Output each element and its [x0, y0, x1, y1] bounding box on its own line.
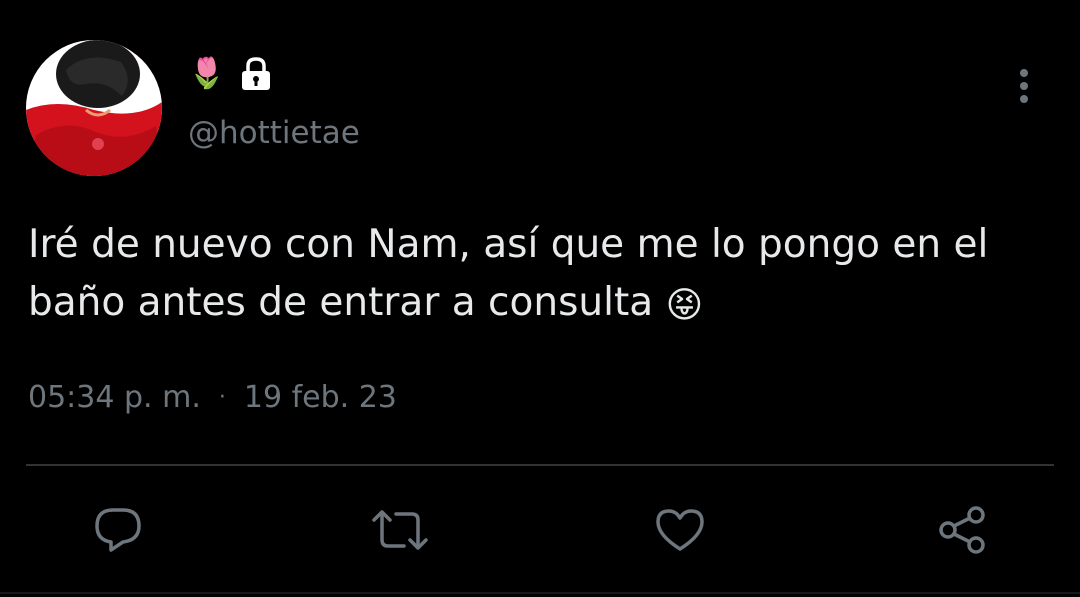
tulip-emoji: 🌷	[188, 56, 226, 91]
bottom-divider	[0, 592, 1080, 594]
tweet-card: 🌷 @hottietae Iré de nuevo con Nam, así q…	[0, 0, 1080, 597]
retweet-button[interactable]	[370, 500, 430, 560]
share-icon	[936, 505, 988, 555]
meta-separator: ·	[218, 385, 226, 410]
tweet-text-body: Iré de nuevo con Nam, así que me lo pong…	[28, 222, 989, 325]
lock-icon	[239, 56, 273, 92]
user-name-row[interactable]: 🌷	[188, 54, 273, 94]
tweet-date: 19 feb. 23	[243, 380, 397, 415]
like-button[interactable]	[650, 500, 710, 560]
user-handle[interactable]: @hottietae	[188, 116, 360, 150]
retweet-icon	[370, 508, 430, 552]
tweet-text: Iré de nuevo con Nam, así que me lo pong…	[28, 216, 1058, 335]
avatar-photo	[26, 40, 162, 176]
tweet-timestamp[interactable]: 05:34 p. m. · 19 feb. 23	[28, 380, 397, 415]
divider	[26, 464, 1054, 466]
reply-button[interactable]	[88, 500, 148, 560]
heart-icon	[654, 507, 706, 553]
tweet-time: 05:34 p. m.	[28, 380, 201, 415]
share-button[interactable]	[932, 500, 992, 560]
squinting-tongue-emoji: 😝	[665, 285, 704, 326]
action-bar	[0, 500, 1080, 560]
reply-icon	[93, 506, 143, 554]
more-options-icon[interactable]	[1010, 66, 1038, 106]
avatar[interactable]	[26, 40, 162, 176]
